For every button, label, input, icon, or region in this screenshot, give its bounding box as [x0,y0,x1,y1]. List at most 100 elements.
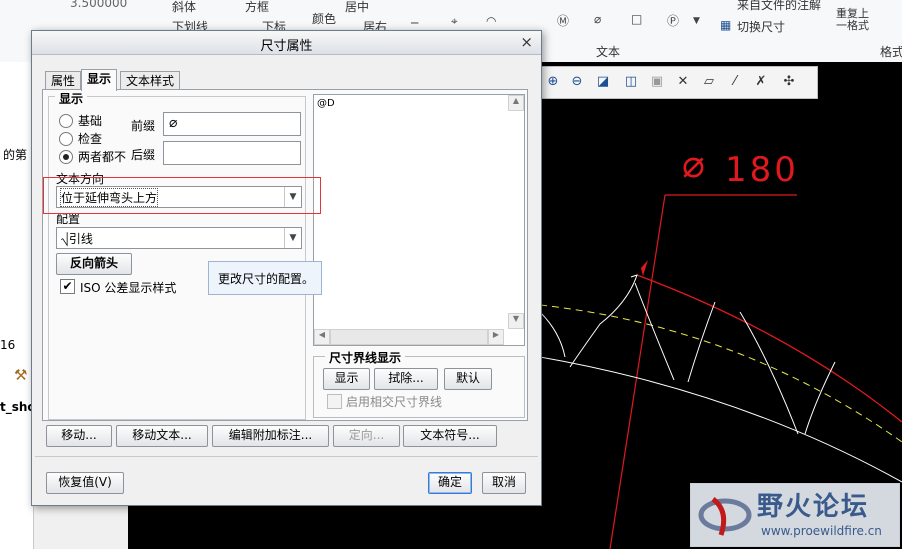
intersect-checkbox-label: 启用相交尺寸界线 [346,395,443,409]
pitch-circle-arc [540,304,902,443]
tab-label: 文本样式 [126,74,175,88]
witness-erase-button[interactable]: 拭除... [374,368,438,390]
ribbon-section-text: 文本 [596,45,621,59]
checkmark-icon: ✔ [62,279,73,293]
p-circle-icon: Ⓟ [667,14,680,28]
line-icon: ─ [411,16,419,30]
dialog-title-bar[interactable]: 尺寸属性 × [32,31,541,55]
csys-icon[interactable]: ✗ [751,72,771,92]
close-icon[interactable]: × [520,33,533,51]
move-text-button[interactable]: 移动文本... [116,425,208,447]
dimension-arrow [641,260,648,276]
scroll-up-button[interactable]: ▲ [508,95,524,111]
gear-tooth [804,361,836,435]
witness-default-button[interactable]: 默认 [444,368,492,390]
dimension-text-value: @D [317,98,335,109]
tip-circle-arc [636,274,902,423]
config-value-wrap: ⎷引线 [61,230,93,247]
leader-icon: ⎷ [61,232,69,246]
scroll-down-button[interactable]: ▼ [508,313,524,329]
saved-view-icon[interactable]: ▣ [647,72,667,92]
ribbon-repeat-format[interactable]: 重复上一格式 [836,8,872,32]
ribbon-box[interactable]: 方框 [245,0,269,15]
datum-plane-icon[interactable]: ▱ [699,72,719,92]
root-circle-arc [540,356,902,483]
tab-label: 显示 [87,72,112,86]
scroll-left-button[interactable]: ◀ [314,329,330,345]
ribbon-center[interactable]: 居中 [345,0,369,15]
radio-basic[interactable] [59,114,73,128]
ribbon-toggle-dim[interactable]: 切换尺寸 [737,18,785,35]
reverse-arrow-button[interactable]: 反向箭头 [56,253,132,275]
forum-logo-icon [698,497,752,536]
edit-attached-note-button[interactable]: 编辑附加标注... [212,425,329,447]
diameter-icon: ⌀ [594,12,602,26]
display-group-title: 显示 [55,90,88,107]
dimension-diameter-symbol[interactable]: ⌀ [682,142,705,186]
config-tooltip: 更改尺寸的配置。 [208,261,322,295]
ribbon-section-format: 格式 [880,45,902,59]
radio-neither[interactable] [59,150,73,164]
font-size-field[interactable]: 3.500000 [70,0,127,10]
dimension-text-area[interactable]: @D ▲ ▼ ◀ ▶ [313,94,525,346]
text-symbol-button[interactable]: 文本符号... [403,425,497,447]
dialog-title: 尺寸属性 [260,39,313,54]
witness-show-button[interactable]: 显示 [323,368,370,390]
tab-properties[interactable]: 属性 [45,71,82,90]
radio-inspection-label: 检查 [78,132,103,146]
tooltip-text: 更改尺寸的配置。 [218,272,315,286]
dimension-value[interactable]: 180 [725,150,799,190]
refit-icon[interactable]: ◪ [593,72,613,92]
chevron-down-icon[interactable]: ▼ [693,16,700,26]
config-value: 引线 [68,232,93,246]
gear-tooth [569,274,638,368]
suffix-input[interactable] [163,141,301,165]
spin-center-icon[interactable]: ✣ [779,72,799,92]
radio-inspection[interactable] [59,132,73,146]
datum-point-icon[interactable]: ⁄ [725,72,745,92]
cancel-button[interactable]: 取消 [482,472,526,494]
drawing-canvas[interactable]: ⌀ 180 [540,62,902,549]
iso-tolerance-checkbox[interactable]: ✔ [60,279,75,294]
tab-text-style[interactable]: 文本样式 [120,71,181,90]
datum-axis-icon[interactable]: ✕ [673,72,693,92]
zoom-in-icon[interactable]: ⊕ [543,72,563,92]
view-cube-icon[interactable]: ◫ [621,72,641,92]
forum-watermark: 野火论坛 www.proewildfire.cn [690,483,900,547]
chevron-down-icon[interactable]: ▼ [284,228,301,248]
tree-text-1: 的第 [3,148,28,162]
tab-display[interactable]: 显示 [81,69,118,91]
prefix-label: 前缀 [131,119,156,133]
ok-button[interactable]: 确定 [428,472,472,494]
horizontal-scrollbar[interactable] [330,329,488,345]
toggle-dim-icon: ▦ [720,18,732,32]
ribbon-italic[interactable]: 斜体 [172,0,196,15]
watermark-title: 野火论坛 [757,492,870,522]
cross-icon: ⌖ [451,14,458,28]
prefix-value: ⌀ [169,115,178,131]
move-button[interactable]: 移动... [46,425,112,447]
iso-tolerance-label: ISO 公差显示样式 [80,281,177,295]
dialog-divider [35,456,538,457]
radio-neither-label: 两者都不 [78,150,127,164]
gear-drawing [540,194,902,549]
gear-tooth [687,301,716,383]
witness-group-title: 尺寸界线显示 [325,349,406,366]
zoom-out-icon[interactable]: ⊖ [567,72,587,92]
gear-tooth [540,311,566,358]
prefix-input[interactable]: ⌀ [163,112,301,136]
restore-values-button[interactable]: 恢复值(V) [46,472,124,494]
orient-button[interactable]: 定向... [333,425,400,447]
intersect-checkbox[interactable] [327,394,342,409]
config-select[interactable]: ⎷引线 ▼ [56,227,302,249]
scroll-right-button[interactable]: ▶ [488,329,504,345]
dimension-extension-line [609,194,666,549]
view-toolbar: ⊕ ⊖ ◪ ◫ ▣ ✕ ▱ ⁄ ✗ ✣ [540,66,818,99]
ribbon-color[interactable]: 颜色 [312,10,336,27]
drawing-canvas-lower [128,500,540,549]
arc-icon: ◠ [486,14,497,28]
hammer-icon: ⚒ [14,366,28,384]
annotation-highlight-box [43,177,321,214]
square-icon: □ [631,12,643,26]
ribbon-note-from-file[interactable]: 来自文件的注解 [737,0,821,13]
